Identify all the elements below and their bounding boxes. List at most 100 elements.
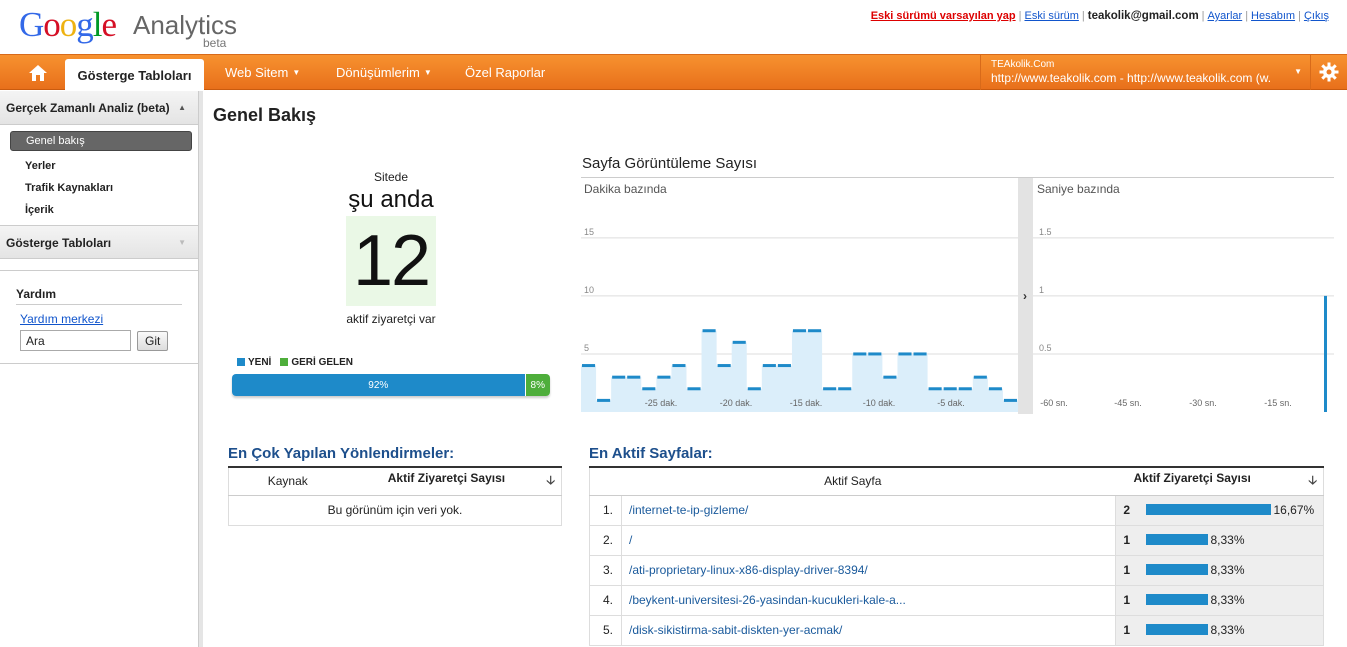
sidebar-item-content[interactable]: İçerik (10, 199, 192, 221)
profile-selector[interactable]: TEAkolik.Com http://www.teakolik.com - h… (980, 55, 1311, 90)
x-tick-label: -5 dak. (937, 398, 965, 408)
help-title: Yardım (16, 287, 182, 305)
help-center-link[interactable]: Yardım merkezi (20, 312, 103, 326)
second-bar (1324, 295, 1327, 412)
share-bar (1145, 504, 1271, 515)
row-share: 8,33% (1137, 525, 1324, 556)
row-rank: 4. (589, 585, 622, 616)
share-percent: 8,33% (1210, 623, 1245, 637)
chevron-down-icon: ▼ (423, 68, 432, 77)
help-search-input[interactable] (20, 330, 131, 351)
minute-bar (823, 387, 837, 391)
table-row: 1./internet-te-ip-gizleme/2 16,67% (589, 495, 1324, 526)
account-link[interactable]: Hesabım (1251, 10, 1295, 22)
minute-bar (612, 375, 626, 379)
minute-bar (853, 352, 867, 356)
col-active-visitors[interactable]: Aktif Ziyaretçi Sayısı 🡣 (346, 466, 562, 496)
table-header-row: Aktif Sayfa Aktif Ziyaretçi Sayısı 🡣 (589, 466, 1324, 496)
sidebar-item-overview[interactable]: Genel bakış (10, 131, 192, 151)
minute-bar (1003, 398, 1017, 402)
realtime-menu: Genel bakış Yerler Trafik Kaynakları İçe… (0, 125, 198, 225)
minute-bar (702, 329, 716, 333)
gear-icon (1319, 62, 1339, 82)
legend-new: YENİ (237, 357, 271, 368)
home-button[interactable] (20, 61, 56, 85)
settings-link[interactable]: Ayarlar (1208, 10, 1243, 22)
x-tick-label: -45 sn. (1114, 398, 1142, 408)
minute-bar (808, 329, 822, 333)
sidebar-item-locations[interactable]: Yerler (10, 155, 192, 177)
sidebar-item-traffic-sources[interactable]: Trafik Kaynakları (10, 177, 192, 199)
minute-bar (868, 352, 882, 356)
page-path-link[interactable]: /internet-te-ip-gizleme/ (621, 495, 1116, 526)
share-percent: 8,33% (1210, 593, 1245, 607)
y-tick-label: 5 (584, 343, 589, 353)
profile-url: http://www.teakolik.com - http://www.tea… (991, 71, 1271, 85)
minute-bar (597, 398, 611, 402)
returning-visitors-segment: 8% (524, 374, 550, 396)
help-search-row: Git (20, 330, 182, 351)
google-logo[interactable]: Google (19, 6, 117, 44)
profile-account: TEAkolik.Com (991, 59, 1055, 70)
pageviews-chart-svg: Dakika bazında 5 10 15 -25 dak. -20 dak. -15 d… (581, 178, 1334, 414)
minute-bar (582, 364, 596, 368)
table-header-row: Kaynak Aktif Ziyaretçi Sayısı 🡣 (228, 466, 562, 496)
minute-bar (973, 375, 987, 379)
y-tick-label: 1.5 (1039, 227, 1052, 237)
help-panel: Yardım Yardım merkezi Git (0, 271, 198, 351)
minute-bar (762, 364, 776, 368)
minute-bar (687, 387, 701, 391)
x-tick-label: -10 dak. (863, 398, 896, 408)
nav-my-site[interactable]: Web Sitem ▼ (225, 65, 300, 80)
page-title: Genel Bakış (213, 105, 317, 125)
new-visitors-segment: 92% (232, 374, 525, 396)
share-bar (1145, 594, 1208, 605)
nav-custom-reports[interactable]: Özel Raporlar (465, 65, 545, 80)
y-tick-label: 1 (1039, 285, 1044, 295)
sidebar: Gerçek Zamanlı Analiz (beta) ▲ Genel bakı… (0, 91, 199, 647)
minute-bar (988, 387, 1002, 391)
sidebar-divider (0, 259, 198, 271)
page-path-link[interactable]: / (621, 525, 1116, 556)
new-vs-returning-bar: 92% 8% (232, 374, 550, 396)
settings-button[interactable] (1317, 60, 1341, 84)
col-active-page[interactable]: Aktif Sayfa (589, 466, 1116, 496)
page-path-link[interactable]: /beykent-universitesi-26-yasindan-kucukl… (621, 585, 1116, 616)
row-share: 16,67% (1137, 495, 1324, 526)
user-email: teakolik@gmail.com (1087, 10, 1199, 22)
minute-bar (913, 352, 927, 356)
make-old-default-link[interactable]: Eski sürümü varsayılan yap (871, 10, 1016, 22)
legend-returning: GERİ GELEN (280, 357, 353, 368)
minute-bar (943, 387, 957, 391)
chevron-down-icon: ▼ (292, 68, 301, 77)
help-go-button[interactable]: Git (137, 330, 169, 351)
home-icon (29, 65, 47, 81)
y-tick-label: 0.5 (1039, 343, 1052, 353)
row-share: 8,33% (1137, 585, 1324, 616)
sidebar-section-dashboards[interactable]: Gösterge Tabloları ▼ (0, 225, 198, 259)
row-visitor-count: 2 (1115, 495, 1138, 526)
minute-bar (642, 387, 656, 391)
sidebar-section-realtime[interactable]: Gerçek Zamanlı Analiz (beta) ▲ (0, 91, 198, 125)
chevron-down-icon: ▼ (1294, 67, 1302, 76)
tab-dashboards[interactable]: Gösterge Tabloları (65, 59, 204, 91)
nav-conversions[interactable]: Dönüşümlerim ▼ (336, 65, 432, 80)
col-source[interactable]: Kaynak (228, 466, 347, 496)
old-version-link[interactable]: Eski sürüm (1024, 10, 1078, 22)
table-row: 4./beykent-universitesi-26-yasindan-kucu… (589, 585, 1324, 616)
page-path-link[interactable]: /disk-sikistirma-sabit-diskten-yer-acmak… (621, 615, 1116, 646)
row-rank: 5. (589, 615, 622, 646)
logout-link[interactable]: Çıkış (1304, 10, 1329, 22)
page-path-link[interactable]: /ati-proprietary-linux-x86-display-drive… (621, 555, 1116, 586)
sidebar-resize-handle[interactable] (199, 91, 203, 647)
minute-bar (898, 352, 912, 356)
col-active-visitors[interactable]: Aktif Ziyaretçi Sayısı 🡣 (1115, 466, 1324, 496)
minute-bar (657, 375, 671, 379)
active-visitor-count: 12 (346, 216, 436, 306)
row-visitor-count: 1 (1115, 615, 1138, 646)
second-subtitle: Saniye bazında (1037, 182, 1120, 196)
minute-bar (883, 375, 897, 379)
minute-bar (958, 387, 972, 391)
x-tick-label: -20 dak. (720, 398, 753, 408)
share-percent: 16,67% (1273, 503, 1315, 517)
